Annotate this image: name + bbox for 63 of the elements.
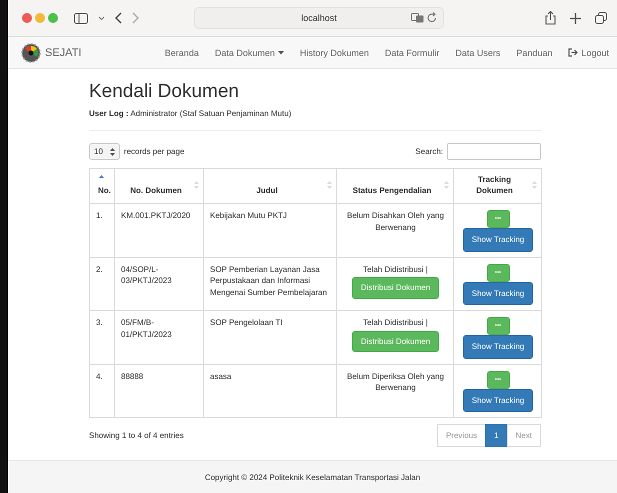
nav-link[interactable]: Data Users <box>447 48 508 58</box>
table-cell: 3. <box>90 310 114 364</box>
sort-icon <box>444 181 449 189</box>
share-icon[interactable] <box>545 11 556 25</box>
column-header[interactable]: No. <box>90 168 114 204</box>
translate-icon[interactable] <box>411 12 424 22</box>
table-cell: KM.001.PKTJ/2020 <box>114 204 204 258</box>
page-title: Kendali Dokumen <box>89 81 240 103</box>
nav-link[interactable]: Panduan <box>508 48 560 58</box>
copyright-text: Copyright © 2024 Politeknik Keselamatan Transportasi Jalan <box>204 472 420 482</box>
status-text: Belum Disahkan Oleh yang Berwenang <box>346 210 445 234</box>
sidebar-icon[interactable] <box>74 12 88 24</box>
table-cell: 1. <box>90 204 114 258</box>
nav-link[interactable]: Data Dokumen <box>206 48 292 58</box>
nav-link[interactable]: Beranda <box>156 48 207 58</box>
column-header[interactable]: Judul <box>204 168 336 204</box>
tabs-icon[interactable] <box>595 12 607 24</box>
nav-link[interactable]: History Dokumen <box>292 48 377 58</box>
table-cell: 2. <box>90 257 114 311</box>
show-tracking-button[interactable]: Show Tracking <box>462 335 534 359</box>
reload-icon[interactable] <box>427 12 437 23</box>
show-tracking-button[interactable]: Show Tracking <box>462 388 534 412</box>
chevron-down-icon[interactable] <box>98 16 105 20</box>
search-field[interactable] <box>447 143 541 160</box>
table-cell: 05/FM/B-01/PKTJ/2023 <box>114 310 204 364</box>
sort-icon <box>194 181 199 189</box>
status-text: Belum Diperiksa Oleh yang Berwenang <box>346 370 445 394</box>
table-cell: SOP Pengelolaan TI <box>204 310 336 364</box>
table-cell: asasa <box>204 364 336 418</box>
logout-link[interactable]: Logout <box>560 48 617 58</box>
show-tracking-button[interactable]: Show Tracking <box>462 282 534 306</box>
page-size-label: records per page <box>124 147 184 156</box>
close-window-icon[interactable] <box>22 13 32 23</box>
logout-icon <box>568 48 578 57</box>
sort-icon <box>327 181 332 189</box>
maximize-window-icon[interactable] <box>48 13 58 23</box>
logo-icon <box>21 42 41 62</box>
column-header[interactable]: Tracking Dokumen <box>454 168 542 204</box>
table-cell: SOP Pemberian Layanan Jasa Perpustakaan dan Informasi Mengenai Sumber Pembelajaran <box>204 257 336 311</box>
stepper-arrows-icon <box>110 148 115 156</box>
sort-icon <box>532 181 537 189</box>
table-cell: 04/SOP/L-03/PKTJ/2023 <box>114 257 204 311</box>
entries-info: Showing 1 to 4 of 4 entries <box>89 431 184 440</box>
user-log-text: User Log : Administrator (Staf Satuan Penjaminan Mutu) <box>89 109 292 118</box>
nav-link[interactable]: Data Formulir <box>376 48 448 58</box>
table-cell: 4. <box>90 364 114 418</box>
table-cell: Kebijakan Mutu PKTJ <box>204 204 336 258</box>
table-cell: 88888 <box>114 364 204 418</box>
status-text: Telah Didistribusi | <box>362 264 429 276</box>
status-text: Telah Didistribusi | <box>362 317 429 329</box>
address-text: localhost <box>301 13 337 23</box>
forward-icon <box>132 12 139 24</box>
plus-icon[interactable] <box>570 12 581 24</box>
page-button[interactable]: 1 <box>485 424 508 448</box>
back-icon[interactable] <box>115 12 122 24</box>
page-size-select[interactable]: 10 <box>89 143 120 160</box>
column-header[interactable]: Status Pengendalian <box>336 168 454 204</box>
address-bar[interactable]: localhost <box>194 7 444 29</box>
search-label: Search: <box>415 147 443 156</box>
show-tracking-button[interactable]: Show Tracking <box>462 228 534 252</box>
caret-icon <box>278 50 284 54</box>
brand-name[interactable]: SEJATI <box>45 46 82 58</box>
column-header[interactable]: No. Dokumen <box>114 168 204 204</box>
